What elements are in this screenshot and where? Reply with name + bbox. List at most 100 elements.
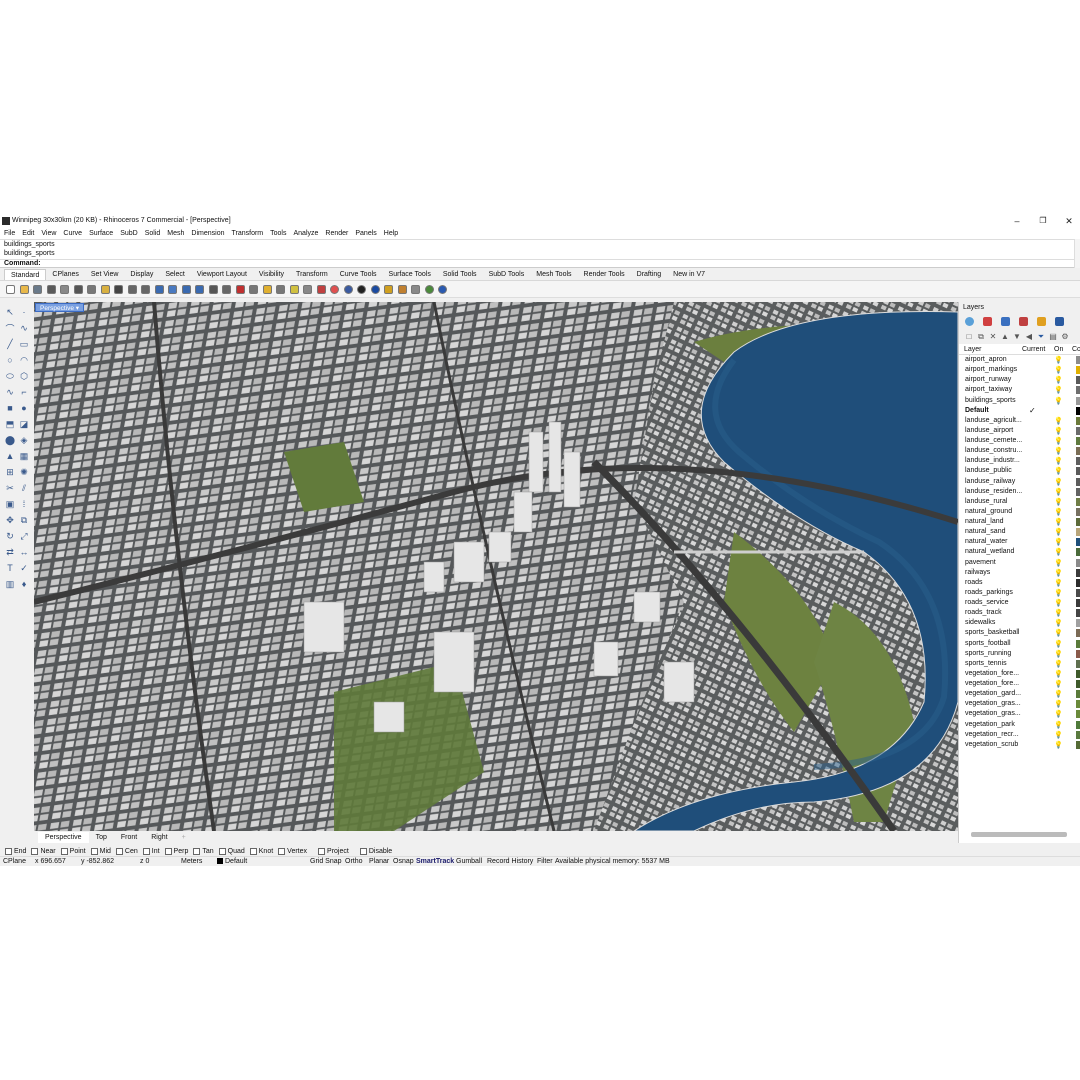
zoom-window-icon[interactable] [166, 283, 179, 296]
hide-icon[interactable] [247, 283, 260, 296]
layer-on-bulb-icon[interactable]: 💡 [1054, 528, 1063, 536]
pan-icon[interactable] [126, 283, 139, 296]
layer-on-bulb-icon[interactable]: 💡 [1054, 467, 1063, 475]
osnap-perp[interactable]: Perp [164, 847, 188, 855]
layer-row[interactable]: landuse_constru... 💡 [959, 446, 1080, 456]
materials-tab-icon[interactable] [983, 316, 992, 326]
osnap-checkbox[interactable] [218, 847, 226, 855]
layer-on-bulb-icon[interactable]: 💡 [1054, 579, 1063, 587]
arc-icon[interactable]: ◠ [18, 354, 30, 366]
tab-drafting[interactable]: Drafting [631, 269, 668, 280]
lock-icon[interactable] [301, 283, 314, 296]
layer-color-swatch[interactable] [1076, 599, 1080, 607]
layers-horizontal-scrollbar[interactable] [971, 832, 1067, 837]
layer-tools-icon[interactable]: ▤ [1049, 332, 1057, 341]
layer-color-swatch[interactable] [1076, 669, 1080, 678]
layer-color-swatch[interactable] [1076, 548, 1080, 557]
menu-panels[interactable]: Panels [355, 228, 376, 239]
cplane-label[interactable]: CPlane [3, 858, 26, 865]
layer-color-swatch[interactable] [1076, 487, 1080, 496]
osnap-checkbox[interactable] [5, 847, 12, 855]
move-icon[interactable]: ✥ [4, 514, 16, 526]
layer-on-bulb-icon[interactable]: 💡 [1054, 609, 1063, 617]
layer-color-swatch[interactable] [1076, 730, 1080, 739]
osnap-cen[interactable]: Cen [115, 847, 138, 855]
tab-set-view[interactable]: Set View [85, 269, 125, 280]
layer-on-bulb-icon[interactable]: 💡 [1054, 700, 1063, 708]
layer-row[interactable]: landuse_cemete... 💡 [959, 436, 1080, 446]
layer-row[interactable]: Default ✓ [959, 406, 1080, 416]
layer-color-swatch[interactable] [1076, 396, 1080, 405]
osnap-checkbox[interactable] [193, 847, 201, 855]
osnap-checkbox[interactable] [164, 847, 172, 855]
copy-icon[interactable]: ⧉ [18, 514, 30, 526]
layer-row[interactable]: landuse_residen... 💡 [959, 487, 1080, 497]
trim-icon[interactable]: ✂ [4, 482, 16, 494]
move-parent-icon[interactable]: ◀ [1025, 332, 1033, 341]
zoom-extents-icon[interactable] [180, 283, 193, 296]
layer-row[interactable]: roads_service 💡 [959, 598, 1080, 608]
sun-icon[interactable] [382, 283, 395, 296]
layer-on-bulb-icon[interactable]: 💡 [1054, 629, 1063, 637]
cylinder-icon[interactable]: ⬤ [4, 434, 16, 446]
menu-curve[interactable]: Curve [63, 228, 82, 239]
viewport-tab-right[interactable]: Right [144, 832, 174, 843]
current-layer-check-icon[interactable]: ✓ [1029, 406, 1036, 415]
render-preview-icon[interactable] [342, 283, 355, 296]
layer-row[interactable]: sports_tennis 💡 [959, 659, 1080, 669]
layer-row[interactable]: roads_track 💡 [959, 608, 1080, 618]
menu-tools[interactable]: Tools [270, 228, 286, 239]
tab-display[interactable]: Display [124, 269, 159, 280]
ellipse-icon[interactable]: ⬭ [4, 370, 16, 382]
tab-viewport-layout[interactable]: Viewport Layout [191, 269, 253, 280]
grasshopper-icon[interactable] [423, 283, 436, 296]
column-current[interactable]: Current [1022, 346, 1045, 353]
point-icon[interactable]: · [18, 306, 30, 318]
layer-on-bulb-icon[interactable]: 💡 [1054, 660, 1063, 668]
layer-row[interactable]: natural_sand 💡 [959, 527, 1080, 537]
layer-on-bulb-icon[interactable]: 💡 [1054, 366, 1063, 374]
layer-on-bulb-icon[interactable]: 💡 [1054, 670, 1063, 678]
move-up-icon[interactable]: ▲ [1001, 332, 1009, 341]
osnap-int[interactable]: Int [142, 847, 160, 855]
tab-render-tools[interactable]: Render Tools [578, 269, 631, 280]
layer-color-swatch[interactable] [1076, 680, 1080, 688]
cone-icon[interactable]: ▲ [4, 450, 16, 462]
layer-color-swatch[interactable] [1076, 528, 1080, 537]
current-layer-status[interactable]: Default [217, 858, 247, 865]
layer-color-swatch[interactable] [1076, 416, 1080, 425]
layer-row[interactable]: airport_apron 💡 [959, 355, 1080, 365]
layer-row[interactable]: natural_wetland 💡 [959, 547, 1080, 557]
close-button[interactable]: ✕ [1060, 215, 1078, 227]
layer-row[interactable]: sports_basketball 💡 [959, 628, 1080, 638]
open-file-icon[interactable] [18, 283, 31, 296]
layer-color-swatch[interactable] [1076, 518, 1080, 526]
layer-row[interactable]: landuse_agricult... 💡 [959, 416, 1080, 426]
layer-color-swatch[interactable] [1076, 376, 1080, 385]
mesh-icon[interactable]: ▦ [18, 450, 30, 462]
new-layer-icon[interactable]: □ [965, 332, 973, 341]
gumball-toggle[interactable]: Gumball [456, 858, 482, 865]
layer-color-swatch[interactable] [1076, 700, 1080, 709]
properties-tab-icon[interactable] [1055, 316, 1064, 326]
block-icon[interactable]: ▥ [4, 578, 16, 590]
layer-row[interactable]: landuse_industr... 💡 [959, 456, 1080, 466]
osnap-toggle[interactable]: Osnap [393, 858, 414, 865]
check-icon[interactable]: ✓ [18, 562, 30, 574]
layer-on-bulb-icon[interactable]: 💡 [1054, 690, 1063, 698]
layer-color-swatch[interactable] [1076, 690, 1080, 699]
boolean-icon[interactable]: ◈ [18, 434, 30, 446]
group-icon[interactable]: ▣ [4, 498, 16, 510]
layer-row[interactable]: landuse_railway 💡 [959, 477, 1080, 487]
layer-color-swatch[interactable] [1076, 568, 1080, 577]
command-line[interactable]: Command: [0, 259, 1074, 268]
layer-color-swatch[interactable] [1076, 406, 1080, 415]
tab-new-in-v7[interactable]: New in V7 [667, 269, 711, 280]
layer-row[interactable]: sports_running 💡 [959, 649, 1080, 659]
tab-surface-tools[interactable]: Surface Tools [383, 269, 437, 280]
layer-row[interactable]: roads 💡 [959, 578, 1080, 588]
column-on[interactable]: On [1054, 346, 1063, 353]
layer-icon[interactable] [315, 283, 328, 296]
render-icon[interactable] [369, 283, 382, 296]
osnap-tan[interactable]: Tan [193, 847, 214, 855]
